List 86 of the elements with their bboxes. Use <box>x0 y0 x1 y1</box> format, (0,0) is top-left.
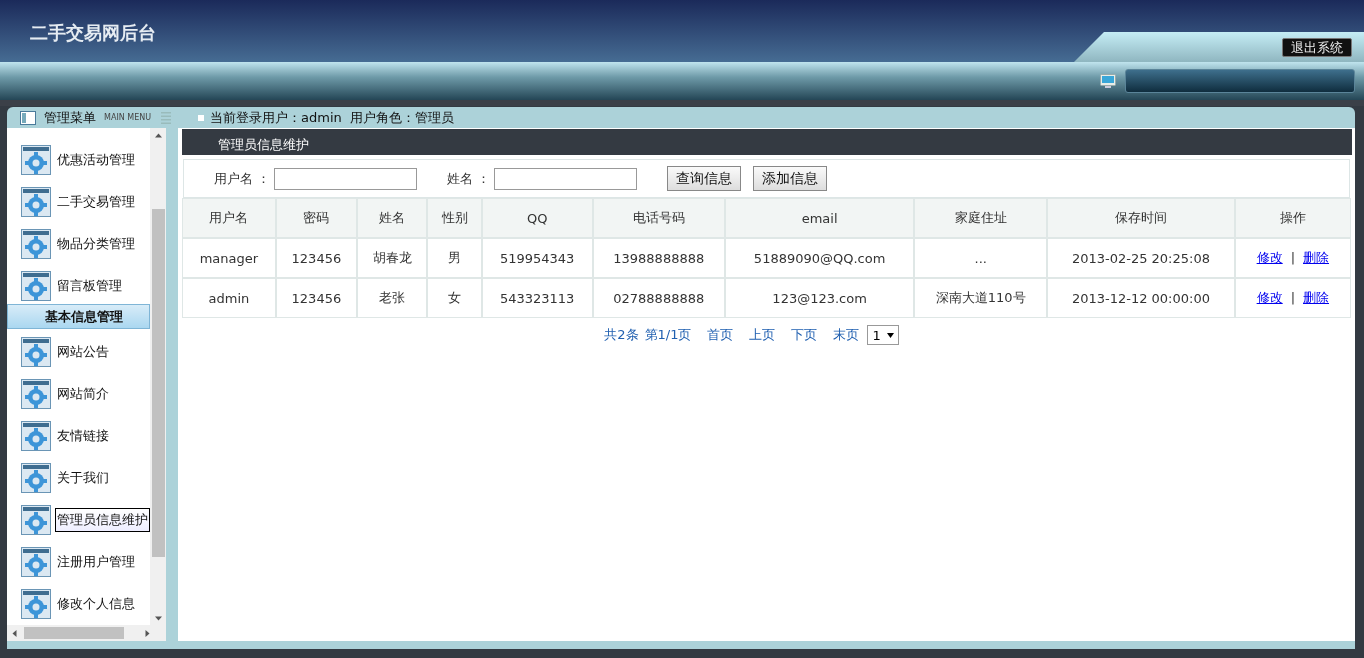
page-link[interactable]: 下页 <box>791 326 818 344</box>
gear-window-icon <box>21 271 51 301</box>
scroll-up-icon <box>154 132 162 139</box>
table-cell: 123456 <box>276 239 356 277</box>
page-link[interactable]: 上页 <box>749 326 776 344</box>
text-field[interactable] <box>274 167 418 190</box>
gear-window-icon <box>21 229 51 259</box>
menu-item[interactable]: 二手交易管理 <box>55 190 137 214</box>
column-header: QQ <box>482 199 592 237</box>
menu-item[interactable]: 网站公告 <box>55 340 111 364</box>
gear-window-icon <box>21 463 51 493</box>
separator-text: | <box>1290 250 1295 265</box>
page-info: 共2条 <box>604 326 639 344</box>
table-cell: ... <box>915 239 1047 277</box>
column-header: 电话号码 <box>593 199 724 237</box>
menu-subtitle: MAIN MENU <box>104 113 152 122</box>
action-link[interactable]: 修改 <box>1256 290 1283 305</box>
gear-window-icon <box>21 505 51 535</box>
window-icon <box>20 110 36 125</box>
table-cell: 543323113 <box>482 279 592 317</box>
panel-title: 管理员信息维护 <box>182 129 1352 155</box>
menu-item[interactable]: 网站简介 <box>55 382 111 406</box>
page-link[interactable]: 末页 <box>833 326 860 344</box>
menu-item[interactable]: 物品分类管理 <box>55 232 137 256</box>
logout-button[interactable]: 退出系统 <box>1282 37 1352 57</box>
scroll-right-icon <box>144 629 151 637</box>
field-label: 用户名 ： <box>214 169 271 188</box>
menu-section[interactable]: 基本信息管理 <box>7 304 150 329</box>
column-header: 性别 <box>428 199 481 237</box>
table-cell: manager <box>183 239 275 277</box>
action-button[interactable]: 添加信息 <box>753 166 828 191</box>
menu-item[interactable]: 友情链接 <box>55 424 111 448</box>
table-cell: 51889090@QQ.com <box>725 239 914 277</box>
separator-text: | <box>1290 290 1295 305</box>
monitor-icon <box>1100 74 1116 88</box>
field-label: 姓名 ： <box>447 169 491 188</box>
menu-item[interactable]: 修改个人信息 <box>55 592 137 616</box>
table-cell: 深南大道110号 <box>915 279 1047 317</box>
gear-window-icon <box>21 187 51 217</box>
column-header: 用户名 <box>183 199 275 237</box>
action-link[interactable]: 删除 <box>1303 250 1329 265</box>
column-header: 密码 <box>276 199 356 237</box>
menu-item[interactable]: 注册用户管理 <box>55 550 137 574</box>
user-info: 当前登录用户：admin 用户角色：管理员 <box>210 108 454 127</box>
menu-item[interactable]: 关于我们 <box>55 466 111 490</box>
action-button[interactable]: 查询信息 <box>667 166 742 191</box>
gear-window-icon <box>21 145 51 175</box>
table-cell: 123@123.com <box>725 279 914 317</box>
table-cell: 男 <box>428 239 481 277</box>
action-link[interactable]: 修改 <box>1256 250 1283 265</box>
page-info: 第1/1页 <box>644 326 692 344</box>
bullet-icon <box>198 114 204 121</box>
table-cell: 13988888888 <box>593 239 724 277</box>
dropdown-icon <box>886 332 894 338</box>
gear-window-icon <box>21 589 51 619</box>
scroll-left-icon <box>11 629 18 637</box>
gear-window-icon <box>21 547 51 577</box>
gear-window-icon <box>21 421 51 451</box>
site-title: 二手交易网后台 <box>30 21 156 45</box>
action-link[interactable]: 删除 <box>1303 290 1329 305</box>
gear-window-icon <box>21 337 51 367</box>
table-cell: 女 <box>428 279 481 317</box>
page-select[interactable]: 1 <box>867 325 899 345</box>
table-cell: 123456 <box>276 279 356 317</box>
column-header: 操作 <box>1235 199 1350 237</box>
column-header: 家庭住址 <box>915 199 1047 237</box>
column-header: 姓名 <box>357 199 427 237</box>
vertical-scrollbar[interactable] <box>150 128 166 625</box>
menu-item[interactable]: 留言板管理 <box>55 274 124 298</box>
grip-icon <box>161 111 172 124</box>
table-cell: 胡春龙 <box>357 239 427 277</box>
table-cell: admin <box>183 279 275 317</box>
text-field[interactable] <box>494 167 638 190</box>
menu-title: 管理菜单 <box>44 108 96 127</box>
gear-window-icon <box>21 379 51 409</box>
table-cell: 2013-02-25 20:25:08 <box>1048 239 1234 277</box>
page-link[interactable]: 首页 <box>707 326 734 344</box>
horizontal-scrollbar[interactable] <box>7 625 166 641</box>
table-cell: 519954343 <box>482 239 592 277</box>
column-header: 保存时间 <box>1048 199 1234 237</box>
menu-item[interactable]: 管理员信息维护 <box>55 508 150 532</box>
table-cell: 老张 <box>357 279 427 317</box>
menu-item[interactable]: 优惠活动管理 <box>55 148 137 172</box>
column-header: email <box>725 199 914 237</box>
table-cell: 02788888888 <box>593 279 724 317</box>
table-cell: 2013-12-12 00:00:00 <box>1048 279 1234 317</box>
